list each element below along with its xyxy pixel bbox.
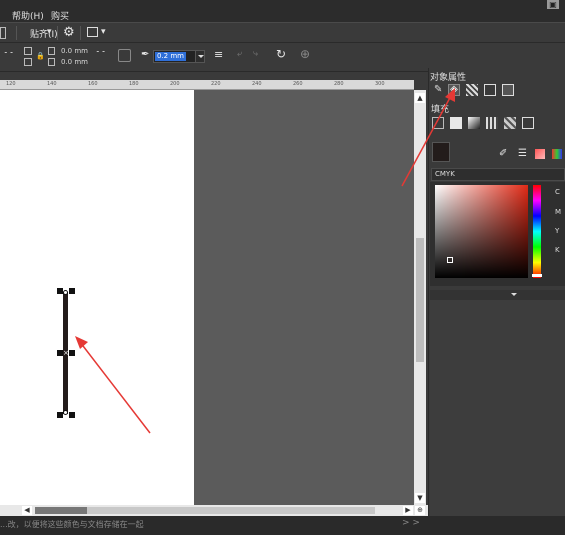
horizontal-ruler[interactable]: 120 140 160 180 200 220 240 260 280 300 <box>0 80 414 90</box>
menu-bar: 帮助(H) 购买 ▣ <box>0 0 565 22</box>
scroll-left-icon[interactable]: ◀ <box>22 506 32 515</box>
selection-handle[interactable] <box>69 412 75 418</box>
vertical-scroll-thumb[interactable] <box>416 238 424 362</box>
lock-icon[interactable]: 🔒 <box>36 52 45 60</box>
pen-icon[interactable]: ✎ <box>434 84 446 96</box>
palette-icon[interactable] <box>552 149 562 159</box>
color-picker-cursor[interactable] <box>447 257 453 263</box>
panel-tabs: ✎ ◈ <box>430 82 565 99</box>
arrow-start-icon[interactable]: ⤶ <box>237 49 242 59</box>
color-model-select[interactable]: CMYK <box>431 168 565 181</box>
ruler-label: 220 <box>211 81 221 87</box>
window-icon[interactable] <box>87 27 98 37</box>
scroll-down-icon[interactable]: ▼ <box>415 493 425 503</box>
selection-handle[interactable] <box>69 288 75 294</box>
convert-icon[interactable]: ↻ <box>276 47 286 61</box>
no-fill-icon[interactable] <box>432 117 444 129</box>
expand-collapse-button[interactable] <box>430 290 565 300</box>
scroll-up-icon[interactable]: ▲ <box>415 93 425 103</box>
pen-nib-icon: ✒ <box>141 49 150 60</box>
menu-help[interactable]: 帮助(H) <box>12 9 44 22</box>
property-bar: ⁃ ⁃ 🔒 0.0 mm 0.0 mm ⁃ ⁃ ✒ ≡ ⤶ ⤷ ↻ ⊕ <box>0 43 428 72</box>
scale-y-icon <box>24 58 32 66</box>
drawing-page[interactable] <box>0 90 194 505</box>
offset-x-field[interactable]: 0.0 mm <box>61 47 88 56</box>
toolbar-edge-icon[interactable] <box>0 27 6 39</box>
eyedropper-icon[interactable]: ✐ <box>499 148 507 159</box>
mirror-icon[interactable] <box>118 49 131 62</box>
toolbar-divider <box>57 26 58 40</box>
hue-slider[interactable] <box>533 185 541 278</box>
offset-y-field[interactable]: 0.0 mm <box>61 58 88 67</box>
arrow-end-icon[interactable]: ⤷ <box>253 49 258 59</box>
ruler-label: 260 <box>293 81 303 87</box>
node-handle[interactable] <box>63 290 68 295</box>
horizontal-scroll-thumb[interactable] <box>35 507 87 514</box>
color-saturation-square[interactable] <box>435 185 528 278</box>
cmyk-k-label: K <box>555 246 560 254</box>
color-viewer-icon[interactable] <box>535 149 545 159</box>
spinner-arrows-icon[interactable]: ⁃ ⁃ <box>96 48 105 56</box>
width-icon <box>48 47 55 55</box>
standard-toolbar: 贴齐(I) ▾ ⚙ ▾ <box>0 22 565 43</box>
outline-width-dropdown[interactable] <box>195 50 205 63</box>
menu-buy[interactable]: 购买 <box>51 9 69 22</box>
summary-icon[interactable] <box>484 84 496 96</box>
horizontal-scrollbar[interactable]: ◀ ▶ ⊕ <box>0 505 428 516</box>
height-icon <box>48 58 55 66</box>
vertical-scrollbar[interactable]: ▲ ▼ <box>414 90 426 505</box>
status-text: ...改，以便将这些颜色与文档存储在一起 <box>0 520 144 529</box>
gear-icon[interactable]: ⚙ <box>63 25 75 40</box>
add-icon[interactable]: ⊕ <box>300 47 310 61</box>
ruler-label: 140 <box>47 81 57 87</box>
hue-indicator[interactable] <box>532 274 542 277</box>
desktop-area[interactable] <box>194 90 414 505</box>
cmyk-y-label: Y <box>555 227 560 235</box>
transparency-icon[interactable] <box>466 84 478 96</box>
snap-to-button[interactable]: 贴齐(I) <box>30 27 58 40</box>
ruler-label: 300 <box>375 81 385 87</box>
ruler-label: 200 <box>170 81 180 87</box>
status-bar: ...改，以便将这些颜色与文档存储在一起 > > <box>0 516 565 535</box>
fill-section-label: 填充 <box>431 105 450 115</box>
color-sliders-icon[interactable]: ☰ <box>518 148 527 159</box>
ruler-label: 120 <box>6 81 16 87</box>
scroll-right-icon[interactable]: ▶ <box>403 506 413 515</box>
uniform-fill-icon[interactable] <box>450 117 462 129</box>
ruler-label: 280 <box>334 81 344 87</box>
line-style-icon[interactable]: ≡ <box>214 48 223 61</box>
gradient-fill-icon[interactable] <box>468 117 480 129</box>
cmyk-c-label: C <box>555 188 560 196</box>
ruler-label: 180 <box>129 81 139 87</box>
panel-lower-area <box>430 300 565 516</box>
scale-x-icon <box>24 47 32 55</box>
ruler-label: 240 <box>252 81 262 87</box>
view-dropdown-icon[interactable]: ▾ <box>101 27 106 37</box>
status-arrows-icon[interactable]: > > <box>402 518 420 528</box>
postscript-fill-icon[interactable] <box>522 117 534 129</box>
toolbar-divider <box>16 26 17 40</box>
outline-width-value[interactable]: 0.2 mm <box>155 52 186 61</box>
window-control-icon[interactable]: ▣ <box>547 0 559 9</box>
zoom-icon[interactable]: ⊕ <box>415 506 425 515</box>
spinner-arrows-icon[interactable]: ⁃ ⁃ <box>4 49 13 57</box>
node-handle[interactable] <box>63 410 68 415</box>
texture-fill-icon[interactable] <box>504 117 516 129</box>
snap-dropdown-icon[interactable]: ▾ <box>47 27 52 37</box>
ruler-label: 160 <box>88 81 98 87</box>
bitmap-icon[interactable] <box>502 84 514 96</box>
center-mark-icon: × <box>63 349 69 357</box>
cmyk-m-label: M <box>555 208 562 216</box>
current-fill-swatch[interactable] <box>432 142 450 162</box>
pattern-fill-icon[interactable] <box>486 117 498 129</box>
toolbar-divider <box>80 26 81 40</box>
selection-handle[interactable] <box>69 350 75 356</box>
fill-bucket-icon[interactable]: ◈ <box>448 84 460 96</box>
